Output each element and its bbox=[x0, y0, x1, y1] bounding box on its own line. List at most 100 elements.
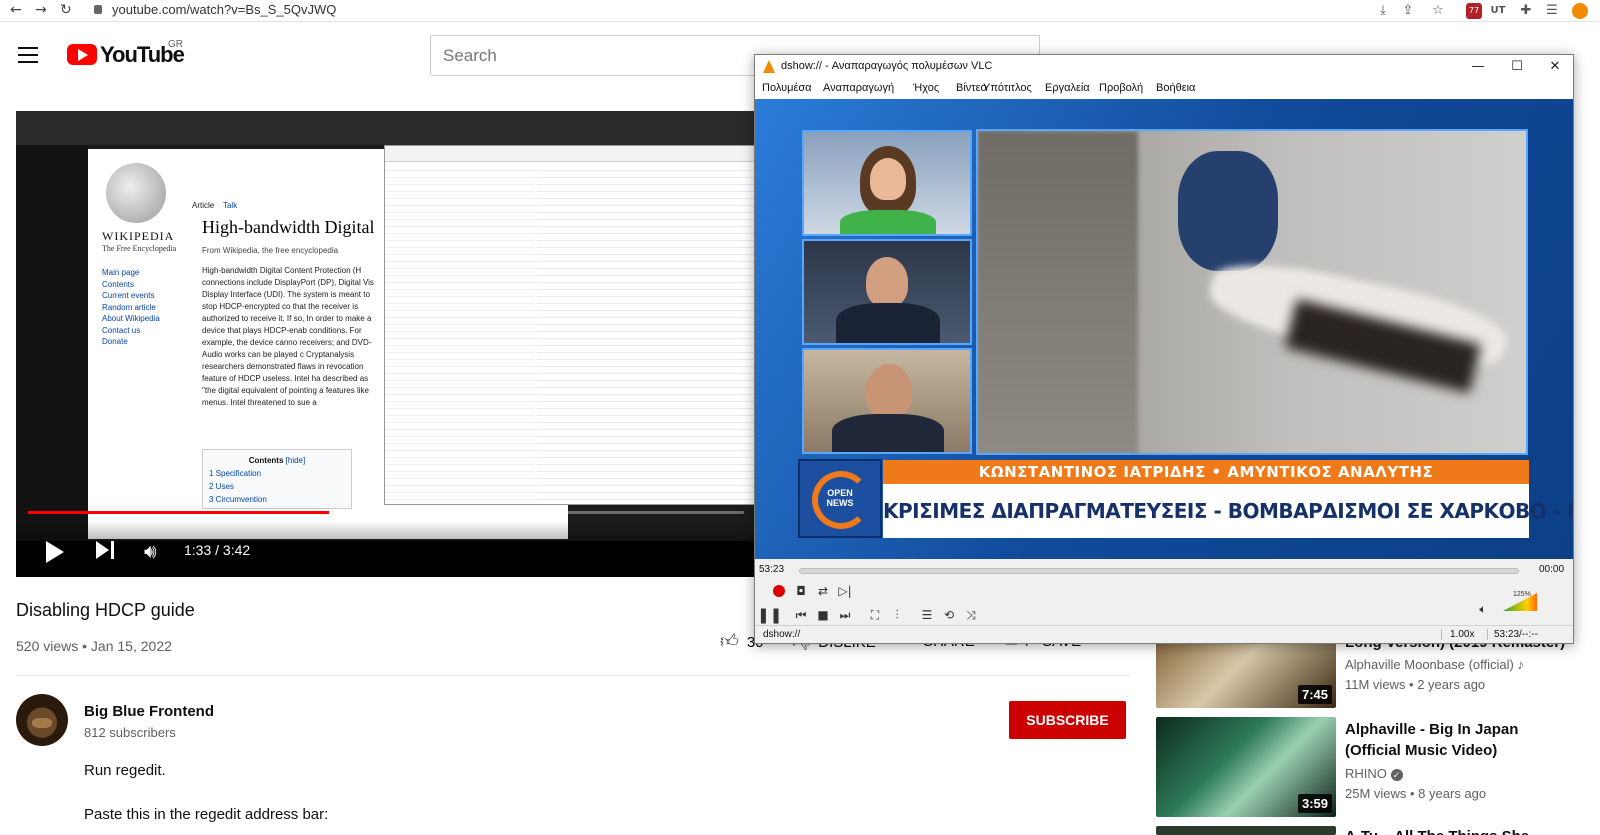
vlc-video-area[interactable]: OPEN NEWS ΚΩΝΣΤΑΝΤΙΝΟΣ ΙΑΤΡΙΔΗΣ • ΑΜΥΝΤΙ… bbox=[755, 99, 1573, 559]
video-embedded-browser-bar bbox=[16, 111, 756, 145]
share-page-icon[interactable]: ⇪ bbox=[1400, 3, 1416, 19]
vlc-loop-ab-icon[interactable]: ⇄ bbox=[813, 581, 833, 601]
recommendation-title[interactable]: Alphaville - Big In Japan (Official Musi… bbox=[1345, 719, 1575, 761]
screen: ← → ↻ youtube.com/watch?v=Bs_S_5QvJWQ ⤓ … bbox=[0, 0, 1600, 835]
vlc-snapshot-icon[interactable]: ◘ bbox=[791, 581, 811, 601]
vlc-playlist-icon[interactable]: ☰ bbox=[917, 605, 937, 625]
vlc-speaker-icon[interactable]: 🔈︎ bbox=[1473, 599, 1493, 619]
video-duration: 3:59 bbox=[1297, 794, 1332, 813]
wiki-nav-item: Donate bbox=[102, 337, 128, 346]
video-player[interactable]: WIKIPEDIA The Free Encyclopedia Main pag… bbox=[16, 111, 756, 577]
vlc-menu-playback[interactable]: Αναπαραγωγή bbox=[823, 82, 894, 94]
divider bbox=[16, 675, 1130, 676]
wiki-nav-item: Contents bbox=[102, 279, 135, 289]
wiki-nav-item: Contact us bbox=[102, 325, 141, 335]
vlc-fullscreen-icon[interactable]: ⛶ bbox=[865, 605, 885, 625]
vlc-statusbar: dshow:// 1.00x 53:23/--:-- bbox=[755, 625, 1573, 643]
recommendation-channel[interactable]: RHINO ✓ bbox=[1345, 766, 1403, 781]
next-icon[interactable] bbox=[96, 541, 109, 559]
wikipedia-globe-icon bbox=[106, 163, 166, 223]
bookmark-star-icon[interactable]: ☆ bbox=[1430, 3, 1446, 19]
vlc-seek-slider[interactable] bbox=[799, 568, 1519, 574]
recommendation-channel[interactable]: Alphaville Moonbase (official) ♪ bbox=[1345, 657, 1524, 672]
vlc-frame-step-icon[interactable]: ▷| bbox=[835, 581, 855, 601]
profile-avatar[interactable] bbox=[1572, 3, 1588, 19]
vlc-menu-view[interactable]: Προβολή bbox=[1099, 82, 1143, 94]
video-duration: 7:45 bbox=[1297, 685, 1332, 704]
news-name-banner: ΚΩΝΣΤΑΝΤΙΝΟΣ ΙΑΤΡΙΔΗΣ • ΑΜΥΝΤΙΚΟΣ ΑΝΑΛΥΤ… bbox=[883, 460, 1529, 484]
recommendation-thumbnail[interactable] bbox=[1156, 826, 1336, 835]
back-icon[interactable]: ← bbox=[10, 2, 22, 18]
description-line: Run regedit. bbox=[84, 762, 166, 779]
maximize-icon[interactable]: ☐ bbox=[1502, 57, 1532, 77]
thumbs-up-icon: 👍︎ bbox=[720, 631, 739, 652]
vlc-stop-icon[interactable]: ■ bbox=[813, 605, 833, 625]
wiki-tab-talk: Talk bbox=[222, 201, 238, 210]
vlc-loop-icon[interactable]: ⟲ bbox=[939, 605, 959, 625]
vlc-menu-audio[interactable]: Ήχος bbox=[913, 82, 939, 94]
video-controls: 🔊︎ 1:33 / 3:42 bbox=[16, 521, 756, 577]
vlc-record-icon[interactable] bbox=[773, 585, 785, 597]
browser-toolbar: ← → ↻ youtube.com/watch?v=Bs_S_5QvJWQ ⤓ … bbox=[0, 0, 1600, 22]
wikipedia-article-title: High-bandwidth Digital bbox=[202, 217, 375, 237]
wikipedia-from-line: From Wikipedia, the free encyclopedia bbox=[202, 246, 339, 255]
extensions-puzzle-icon[interactable]: ✚ bbox=[1518, 3, 1534, 19]
wiki-contents-item: 3 Circumvention bbox=[209, 495, 267, 504]
address-bar[interactable]: youtube.com/watch?v=Bs_S_5QvJWQ bbox=[112, 2, 336, 17]
lock-icon bbox=[94, 5, 102, 14]
wiki-nav-item: Current events bbox=[102, 291, 155, 300]
vlc-volume-level: 125% bbox=[1513, 591, 1531, 598]
extension-badge-icon[interactable]: 77 bbox=[1466, 3, 1482, 19]
recommendation-title[interactable]: A-Tu... All The Things She bbox=[1345, 826, 1575, 835]
music-note-icon: ♪ bbox=[1517, 657, 1524, 672]
video-frame: WIKIPEDIA The Free Encyclopedia Main pag… bbox=[16, 111, 756, 541]
subscribe-button[interactable]: SUBSCRIBE bbox=[1009, 701, 1126, 739]
video-time: 1:33 / 3:42 bbox=[184, 542, 251, 558]
vlc-status-time: 53:23/--:-- bbox=[1487, 629, 1538, 640]
reading-list-icon[interactable]: ☰ bbox=[1544, 3, 1560, 19]
volume-icon[interactable]: 🔊︎ bbox=[144, 539, 157, 563]
menu-icon[interactable] bbox=[18, 47, 38, 63]
vlc-status-source: dshow:// bbox=[763, 629, 801, 640]
wikipedia-tabs: Article Talk bbox=[192, 201, 237, 210]
vlc-cone-icon bbox=[763, 60, 775, 73]
vlc-pause-icon[interactable]: ❚❚ bbox=[757, 605, 782, 625]
channel-avatar[interactable] bbox=[16, 694, 68, 746]
minimize-icon[interactable]: — bbox=[1463, 57, 1493, 77]
recommendation-meta: 25M views • 8 years ago bbox=[1345, 786, 1487, 801]
video-embedded-regedit-window bbox=[384, 145, 756, 505]
wiki-nav-item: Main page bbox=[102, 268, 140, 277]
wiki-contents-hide: [hide] bbox=[285, 456, 306, 465]
channel-subscriber-count: 812 subscribers bbox=[84, 725, 176, 740]
install-icon[interactable]: ⤓ bbox=[1375, 3, 1391, 19]
extension-ut-icon[interactable]: UT bbox=[1490, 3, 1506, 19]
recommendation-channel-name: Alphaville Moonbase (official) bbox=[1345, 657, 1514, 672]
news-headline-banner: ΚΡΙΣΙΜΕΣ ΔΙΑΠΡΑΓΜΑΤΕΥΣΕΙΣ - ΒΟΜΒΑΡΔΙΣΜΟΙ… bbox=[883, 484, 1573, 538]
vlc-next-icon[interactable]: ⏭ bbox=[835, 605, 855, 625]
news-anchor-feed bbox=[802, 130, 972, 236]
channel-name[interactable]: Big Blue Frontend bbox=[84, 703, 214, 720]
vlc-menu-help[interactable]: Βοήθεια bbox=[1156, 82, 1195, 94]
logo-line-2: NEWS bbox=[826, 498, 854, 508]
extension-badge-count: 77 bbox=[1468, 6, 1480, 15]
vlc-playback-speed[interactable]: 1.00x bbox=[1441, 629, 1474, 640]
close-icon[interactable]: ✕ bbox=[1540, 57, 1570, 77]
wikipedia-body-text: High-bandwidth Digital Content Protectio… bbox=[202, 266, 374, 407]
forward-icon[interactable]: → bbox=[35, 2, 47, 18]
regedit-tree bbox=[385, 164, 535, 504]
reload-icon[interactable]: ↻ bbox=[60, 2, 72, 18]
vlc-previous-icon[interactable]: ⏮ bbox=[791, 605, 811, 625]
video-progress-bar[interactable] bbox=[28, 511, 744, 514]
recommendation-thumbnail[interactable]: 3:59 bbox=[1156, 717, 1336, 817]
vlc-shuffle-icon[interactable]: ⤨ bbox=[961, 605, 981, 625]
vlc-menu-subtitle[interactable]: Υπότιτλος bbox=[983, 82, 1032, 94]
play-icon[interactable] bbox=[46, 541, 64, 563]
vlc-menubar: Πολυμέσα Αναπαραγωγή Ήχος Βίντεο Υπότιτλ… bbox=[755, 79, 1573, 99]
vlc-window-title: dshow:// - Αναπαραγωγός πολυμέσων VLC bbox=[781, 60, 993, 72]
vlc-menu-tools[interactable]: Εργαλεία bbox=[1045, 82, 1090, 94]
vlc-extended-settings-icon[interactable]: ⫶ bbox=[887, 605, 907, 625]
vlc-titlebar[interactable]: dshow:// - Αναπαραγωγός πολυμέσων VLC — … bbox=[755, 55, 1573, 79]
vlc-seek-bar: 53:23 00:00 bbox=[755, 559, 1573, 583]
youtube-logo-icon[interactable] bbox=[67, 44, 97, 65]
vlc-menu-media[interactable]: Πολυμέσα bbox=[762, 82, 812, 94]
